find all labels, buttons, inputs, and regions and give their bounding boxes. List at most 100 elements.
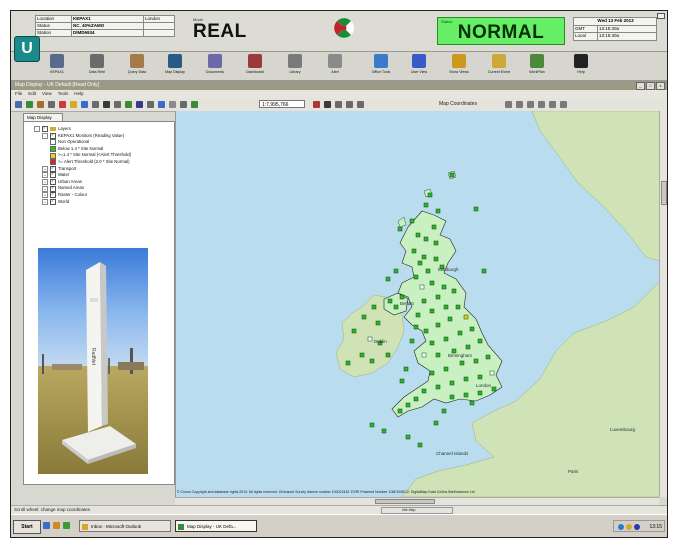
quicklaunch-ie-icon[interactable] (43, 522, 50, 529)
monitor-station-marker[interactable] (427, 192, 433, 198)
monitor-station-marker[interactable] (459, 360, 465, 366)
monitor-station-marker[interactable] (433, 240, 439, 246)
tree-item[interactable]: - Layers (34, 125, 170, 133)
monitor-station-marker[interactable] (359, 352, 365, 358)
monitor-station-marker[interactable] (415, 232, 421, 238)
expand-icon[interactable]: + (42, 185, 48, 192)
monitor-station-marker[interactable] (411, 248, 417, 254)
measure-icon[interactable] (180, 101, 187, 108)
monitor-station-marker[interactable] (387, 298, 393, 304)
tree-item[interactable]: Non Operational (34, 139, 170, 146)
monitor-station-marker[interactable] (415, 312, 421, 318)
monitor-station-marker[interactable] (417, 260, 423, 266)
monitor-station-marker[interactable] (451, 288, 457, 294)
launcher-dashboard-button[interactable]: Dashboard (235, 54, 275, 78)
monitor-station-marker[interactable] (429, 280, 435, 286)
layer-checkbox[interactable] (42, 125, 48, 133)
monitor-station-marker[interactable] (399, 294, 405, 300)
tree-item[interactable]: + Water (34, 171, 170, 179)
volume-icon[interactable] (626, 524, 632, 530)
launcher-help-button[interactable]: Help (561, 54, 601, 78)
launcher-globe-button[interactable]: Map Display (155, 54, 195, 78)
map-canvas[interactable]: Edinburgh Belfast Dublin Birmingham London Pa… (176, 111, 660, 497)
security-icon[interactable] (634, 524, 640, 530)
scrollbar-thumb[interactable] (375, 499, 435, 504)
monitor-station-marker[interactable] (393, 268, 399, 274)
monitor-station-marker[interactable] (351, 328, 357, 334)
monitor-station-marker[interactable] (385, 352, 391, 358)
identify-icon[interactable] (169, 101, 176, 108)
monitor-station-marker[interactable] (345, 360, 351, 366)
tree-item[interactable]: + Named Areas (34, 185, 170, 192)
stop-icon[interactable] (313, 101, 320, 108)
monitor-station-marker[interactable] (477, 390, 483, 396)
monitor-station-marker[interactable] (405, 402, 411, 408)
launcher-event-button[interactable]: Current Event (479, 54, 519, 78)
launcher-user-view-button[interactable]: User View (399, 54, 439, 78)
tree-item[interactable]: + Urban Areas (34, 178, 170, 186)
monitor-station-marker[interactable] (421, 352, 427, 358)
launcher-database-button[interactable]: Data Retri (77, 54, 117, 78)
network-icon[interactable] (618, 524, 624, 530)
monitor-station-marker[interactable] (435, 294, 441, 300)
monitor-station-marker[interactable] (449, 172, 455, 178)
monitor-station-marker[interactable] (477, 374, 483, 380)
monitor-station-marker[interactable] (443, 304, 449, 310)
expand-icon[interactable]: + (42, 192, 48, 199)
chart-icon[interactable] (505, 101, 512, 108)
monitor-station-marker[interactable] (443, 336, 449, 342)
scale-input[interactable]: 1:7,995,766 (259, 100, 305, 108)
monitor-station-marker[interactable] (417, 442, 423, 448)
monitor-station-marker[interactable] (441, 284, 447, 290)
monitor-station-marker[interactable] (481, 268, 487, 274)
tree-item[interactable]: >=1.4 * Site Normal (<Alert Threshold) (34, 152, 170, 159)
monitor-station-marker[interactable] (367, 336, 373, 342)
monitor-station-marker[interactable] (369, 422, 375, 428)
monitor-station-marker[interactable] (371, 304, 377, 310)
monitor-station-marker[interactable] (397, 226, 403, 232)
monitor-station-marker[interactable] (413, 324, 419, 330)
expand-icon[interactable]: + (42, 165, 48, 172)
monitor-station-marker[interactable] (413, 396, 419, 402)
tree-item[interactable]: - KEPAX1 Monitors (Reading Value) (34, 132, 170, 140)
monitor-station-marker[interactable] (405, 434, 411, 440)
monitor-station-marker[interactable] (463, 314, 469, 320)
scrollbar-thumb[interactable] (661, 181, 667, 205)
monitor-station-marker[interactable] (425, 268, 431, 274)
monitor-station-marker[interactable] (463, 376, 469, 382)
print-icon[interactable] (48, 101, 55, 108)
minimize-button[interactable]: _ (636, 82, 645, 90)
tree-item[interactable]: + Raster - Colour (34, 191, 170, 199)
bookmark-icon[interactable] (324, 101, 331, 108)
launcher-office-button[interactable]: Office Tools (361, 54, 401, 78)
monitor-station-marker[interactable] (433, 256, 439, 262)
quicklaunch-folder-icon[interactable] (53, 522, 60, 529)
monitor-station-marker[interactable] (423, 236, 429, 242)
monitor-station-marker[interactable] (369, 358, 375, 364)
previous-extent-icon[interactable] (136, 101, 143, 108)
target-icon[interactable] (549, 101, 556, 108)
monitor-station-marker[interactable] (409, 218, 415, 224)
monitor-station-marker[interactable] (455, 304, 461, 310)
monitor-station-marker[interactable] (421, 388, 427, 394)
monitor-station-marker[interactable] (457, 330, 463, 336)
monitor-station-marker[interactable] (435, 352, 441, 358)
info-icon[interactable] (346, 101, 353, 108)
expand-icon[interactable]: + (42, 198, 48, 205)
layer-checkbox[interactable] (50, 132, 56, 139)
monitor-station-marker[interactable] (435, 322, 441, 328)
zoom-in-icon[interactable] (103, 101, 110, 108)
edit-icon[interactable] (527, 101, 534, 108)
tree-item[interactable]: + Transport (34, 165, 170, 173)
monitor-station-marker[interactable] (409, 338, 415, 344)
monitor-station-marker[interactable] (435, 384, 441, 390)
expand-icon[interactable]: + (42, 179, 48, 186)
launcher-warning-button[interactable]: Alert (315, 54, 355, 78)
monitor-station-marker[interactable] (397, 408, 403, 414)
collapse-icon[interactable]: - (34, 126, 40, 133)
monitor-station-marker[interactable] (435, 208, 441, 214)
expand-icon[interactable]: + (42, 172, 48, 179)
monitor-station-marker[interactable] (381, 428, 387, 434)
pan-icon[interactable] (92, 101, 99, 108)
grid-icon[interactable] (516, 101, 523, 108)
